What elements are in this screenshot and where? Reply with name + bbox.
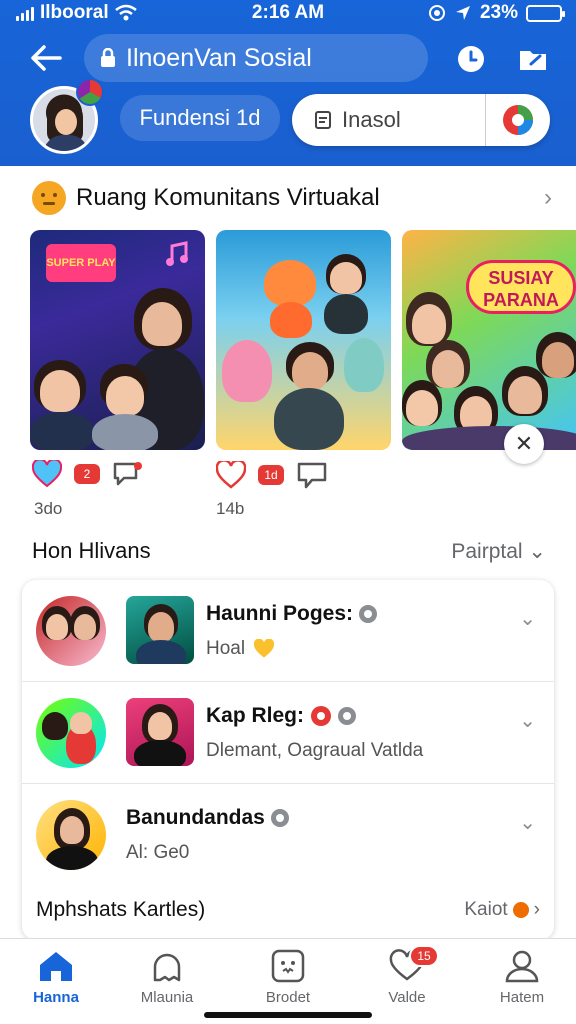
profile-icon	[505, 950, 539, 983]
battery-icon	[526, 4, 565, 22]
sub-header-pill[interactable]: Fundensi 1d	[120, 95, 280, 141]
group-name: Banundandas	[126, 806, 265, 829]
more-groups-link[interactable]: Kaiot ›	[464, 899, 540, 921]
community-icon	[153, 953, 181, 982]
brand-button[interactable]	[486, 103, 550, 137]
brand-logo-icon	[503, 105, 533, 135]
wifi-icon	[114, 4, 137, 21]
chevron-right-icon: ›	[544, 184, 552, 211]
clock-button[interactable]	[454, 42, 488, 76]
close-icon: ✕	[514, 431, 534, 456]
group-name: Kap Rleg:	[206, 704, 305, 727]
card1-reactions: 2	[32, 460, 144, 488]
nav-label: Brodet	[265, 989, 311, 1006]
navigation-arrow-icon	[455, 6, 470, 20]
group-avatar	[36, 698, 106, 768]
settings-gear-icon[interactable]	[270, 809, 289, 827]
app-header: Ilbooral 2:16 AM 23% IlnoenVan Sosial Fu…	[0, 0, 576, 166]
square-face-icon	[271, 949, 305, 983]
card-sticker: SUSIAY PARANA	[466, 260, 576, 314]
group-avatar	[36, 596, 106, 666]
document-icon	[315, 111, 331, 129]
groups-filter-dropdown[interactable]: Pairptal ⌄	[451, 539, 546, 564]
nav-label: Hatem	[499, 989, 545, 1006]
avatar-badge-icon	[76, 78, 104, 106]
folder-edit-icon	[520, 51, 546, 70]
community-card[interactable]: SUSIAY PARANA	[402, 230, 576, 450]
close-button[interactable]: ✕	[504, 424, 544, 464]
group-thumbnail	[126, 698, 194, 766]
chat-bubble-icon[interactable]	[112, 460, 144, 488]
group-subtitle: Al: Ge0	[126, 842, 190, 863]
list-item[interactable]: Kap Rleg: Dlemant, Oagraual Vatlda ⌄	[22, 682, 554, 784]
nav-community[interactable]: Mlaunia	[117, 949, 217, 1006]
record-icon	[311, 706, 332, 726]
nav-label: Hanna	[33, 989, 79, 1006]
chevron-right-icon: ›	[533, 899, 540, 920]
settings-gear-icon[interactable]	[359, 605, 378, 623]
group-title-pill[interactable]: IlnoenVan Sosial	[84, 34, 428, 82]
settings-gear-icon[interactable]	[338, 707, 357, 725]
clock-icon	[458, 46, 484, 72]
chevron-down-icon[interactable]: ⌄	[519, 606, 536, 631]
search-box[interactable]: Inasol	[292, 94, 550, 146]
battery-percent: 23%	[479, 2, 518, 23]
group-name: Haunni Poges:	[206, 602, 354, 625]
nav-home[interactable]: Hanna	[6, 949, 106, 1006]
chevron-down-icon: ⌄	[528, 539, 546, 563]
groups-list-header: Hon Hlivans Pairptal ⌄	[32, 534, 546, 568]
groups-title: Hon Hlivans	[32, 538, 151, 563]
nav-notification-badge: 15	[409, 945, 439, 967]
nav-value[interactable]: 15 Valde	[357, 945, 457, 1006]
notification-badge: 1d	[258, 465, 284, 485]
home-indicator[interactable]	[204, 1012, 372, 1018]
chevron-down-icon[interactable]: ⌄	[519, 708, 536, 733]
card2-count: 14b	[216, 499, 245, 518]
groups-list: Haunni Poges: Hoal ⌄ Kap Rleg: Dlemant, …	[22, 580, 554, 940]
more-groups-label: Kaiot	[464, 899, 508, 920]
more-groups-row[interactable]: Mphshats Kartles) Kaiot ›	[36, 892, 540, 928]
status-bar: Ilbooral 2:16 AM 23%	[0, 0, 576, 26]
heart-icon[interactable]	[32, 460, 62, 488]
group-subtitle: Dlemant, Oagraual Vatlda	[206, 740, 424, 761]
card2-reactions: 1d	[216, 460, 328, 490]
fire-badge-icon	[512, 902, 529, 918]
yellow-heart-icon	[254, 639, 275, 658]
search-label: Inasol	[342, 107, 401, 132]
community-card[interactable]: SUPER PLAY	[30, 230, 205, 450]
groups-filter-label: Pairptal	[451, 539, 523, 563]
list-item[interactable]: Haunni Poges: Hoal ⌄	[22, 580, 554, 682]
heart-outline-icon[interactable]	[216, 461, 246, 489]
nav-label: Valde	[388, 989, 426, 1006]
community-carousel[interactable]: SUPER PLAY SUSIAY PARANA	[30, 230, 576, 450]
notification-badge: 2	[74, 464, 100, 484]
community-section-header[interactable]: Ruang Komunitans Virtuakal ›	[32, 178, 552, 218]
nav-product[interactable]: Brodet	[238, 949, 338, 1006]
nav-profile[interactable]: Hatem	[472, 949, 572, 1006]
carrier-name: Ilbooral	[40, 2, 109, 23]
lock-icon	[101, 48, 115, 67]
card1-count: 3do	[34, 499, 63, 518]
card-banner: SUPER PLAY	[46, 244, 116, 282]
location-icon	[428, 5, 445, 21]
list-item[interactable]: Banundandas Al: Ge0 ⌄	[22, 784, 554, 886]
nav-label: Mlaunia	[140, 989, 194, 1006]
folder-button[interactable]	[516, 42, 550, 76]
home-icon	[40, 952, 72, 981]
chevron-down-icon[interactable]: ⌄	[519, 810, 536, 835]
back-button[interactable]	[26, 40, 66, 76]
page-title: IlnoenVan Sosial	[126, 43, 312, 72]
group-thumbnail	[126, 596, 194, 664]
arrow-left-icon	[31, 45, 62, 71]
community-card[interactable]	[216, 230, 391, 450]
music-note-icon	[166, 241, 188, 266]
group-avatar	[36, 800, 106, 870]
emoji-face-icon	[32, 181, 66, 215]
community-title: Ruang Komunitans Virtuakal	[76, 184, 380, 211]
signal-icon	[16, 5, 34, 21]
group-subtitle: Hoal	[206, 638, 246, 659]
more-groups-title: Mphshats Kartles)	[36, 898, 206, 921]
comment-icon[interactable]	[296, 460, 328, 490]
